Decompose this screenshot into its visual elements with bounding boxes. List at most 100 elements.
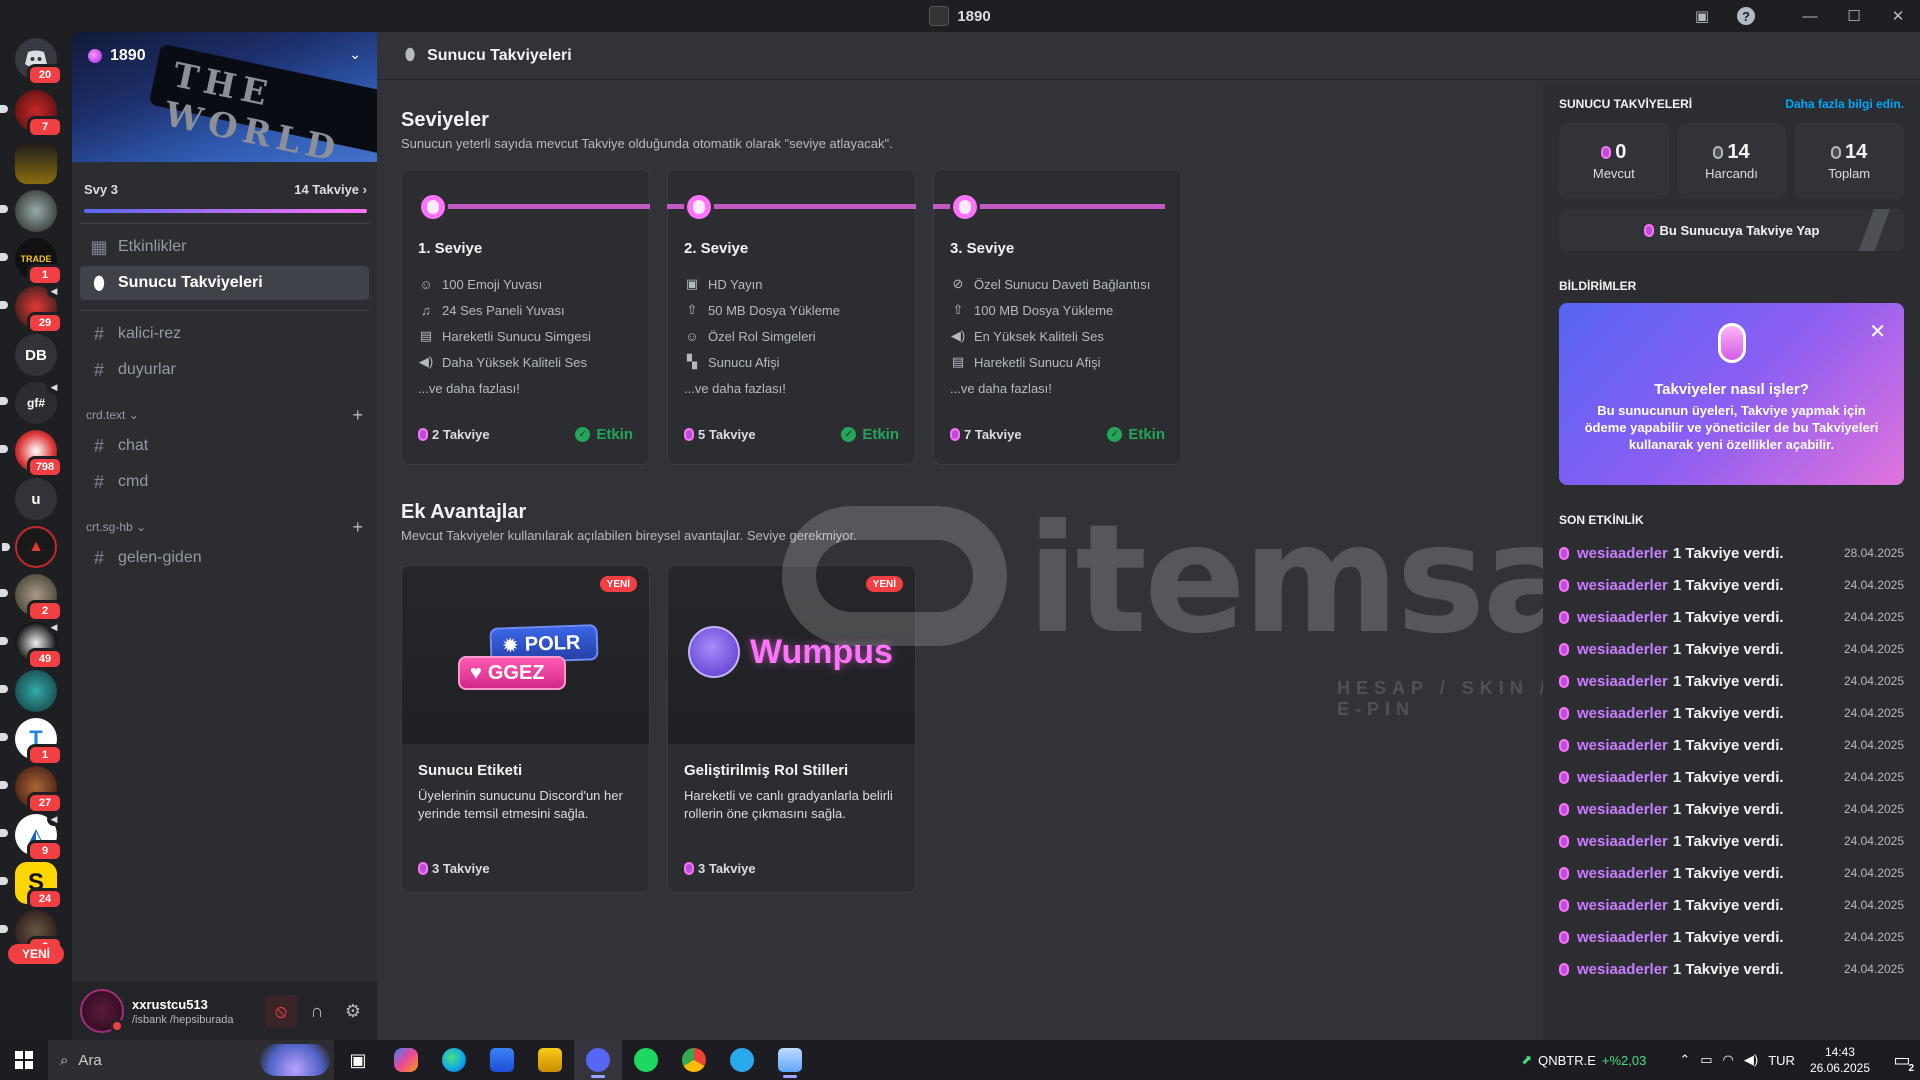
activity-user[interactable]: wesiaaderler (1577, 737, 1668, 754)
taskbar-search[interactable]: ⌕ Ara (48, 1040, 334, 1080)
window-controls: ▣ ? — ☐ ✕ (1680, 0, 1920, 32)
search-highlight-image (260, 1044, 330, 1076)
minimize-icon[interactable]: — (1788, 0, 1832, 32)
battery-icon[interactable]: ▭ (1700, 1052, 1712, 1068)
new-badge: YENİ (599, 576, 637, 592)
boost-server-button[interactable]: Bu Sunucuya Takviye Yap (1559, 209, 1904, 251)
server-header[interactable]: 1890 ⌄ (72, 32, 377, 80)
avatar[interactable] (80, 989, 124, 1033)
activity-user[interactable]: wesiaaderler (1577, 801, 1668, 818)
server-icon[interactable]: T 1 (0, 718, 63, 766)
activity-user[interactable]: wesiaaderler (1577, 641, 1668, 658)
activity-user[interactable]: wesiaaderler (1577, 897, 1668, 914)
server-icon-u[interactable]: u (15, 478, 57, 520)
plus-icon[interactable]: + (352, 405, 363, 426)
activity-user[interactable]: wesiaaderler (1577, 577, 1668, 594)
channel-gelen-giden[interactable]: # gelen-giden (80, 541, 369, 575)
search-icon: ⌕ (60, 1051, 69, 1069)
tier-title: 2. Seviye (684, 240, 749, 257)
perk-item: ♫ 24 Ses Paneli Yuvası (418, 297, 633, 323)
server-icon[interactable] (0, 190, 57, 232)
category-crd-text[interactable]: crd.text ⌄ + (80, 403, 369, 427)
copilot-icon[interactable] (382, 1040, 430, 1080)
windows-start-icon[interactable] (0, 1040, 48, 1080)
notepad-icon[interactable] (766, 1040, 814, 1080)
server-icon[interactable]: S 24 (0, 862, 63, 910)
chrome-icon[interactable] (670, 1040, 718, 1080)
activity-user[interactable]: wesiaaderler (1577, 929, 1668, 946)
stock-widget[interactable]: ⬈ QNBTR.E +%2,03 (1521, 1052, 1646, 1068)
perk-card-list: YENİ ✹ POLR ♥ GGEZ Sunucu Etiketi Üyelerin… (401, 565, 916, 893)
activity-user[interactable]: wesiaaderler (1577, 609, 1668, 626)
spotify-icon[interactable] (622, 1040, 670, 1080)
channel-cmd[interactable]: # cmd (80, 465, 369, 499)
activity-user[interactable]: wesiaaderler (1577, 833, 1668, 850)
notification-badge: 1 (27, 744, 63, 766)
server-icon-db[interactable]: DB (15, 334, 57, 376)
plus-icon[interactable]: + (352, 517, 363, 538)
perk-card-role-styles[interactable]: YENİ Wumpus Geliştirilmiş Rol Stilleri H… (667, 565, 916, 893)
check-icon: ✓ (1107, 426, 1123, 442)
task-view-icon[interactable]: ▣ (334, 1040, 382, 1080)
discord-taskbar-icon[interactable] (574, 1040, 622, 1080)
inbox-icon[interactable]: ▣ (1680, 0, 1724, 32)
boost-gem-icon (1831, 146, 1842, 159)
server-icon[interactable] (15, 142, 57, 184)
help-icon[interactable]: ? (1724, 0, 1768, 32)
app-root: 1890 ▣ ? — ☐ ✕ 20 7 TRADE 1 ◀ 29 DB gf# … (0, 0, 1920, 1080)
activity-user[interactable]: wesiaaderler (1577, 961, 1668, 978)
activity-user[interactable]: wesiaaderler (1577, 705, 1668, 722)
chevron-up-icon[interactable]: ⌃ (1679, 1052, 1690, 1068)
server-icon[interactable]: ◀ 29 (0, 284, 63, 334)
activity-user[interactable]: wesiaaderler (1577, 545, 1668, 562)
speaker-icon: ◀) (418, 354, 434, 369)
activity-user[interactable]: wesiaaderler (1577, 673, 1668, 690)
channel-events[interactable]: ▦ Etkinlikler (80, 230, 369, 264)
server-icon[interactable]: 27 (0, 766, 63, 814)
server-icon[interactable]: ◀ 49 (0, 620, 63, 670)
direct-messages-icon[interactable]: 20 (15, 38, 63, 86)
channel-label: Etkinlikler (118, 238, 187, 255)
time: 14:43 (1824, 1045, 1855, 1059)
volume-icon[interactable]: ◀) (1744, 1052, 1758, 1068)
user-info[interactable]: xxrustcu513 /isbank /hepsiburada (132, 997, 261, 1026)
close-icon[interactable]: ✕ (1876, 0, 1920, 32)
server-icon[interactable]: ◭ ◀ 9 (0, 812, 63, 862)
server-icon[interactable]: ▲ (2, 526, 57, 568)
more-perks: ...ve daha fazlası! (418, 380, 520, 396)
boost-gem-icon (684, 427, 694, 441)
channel-chat[interactable]: # chat (80, 429, 369, 463)
gear-icon: ✹ (501, 634, 520, 657)
perk-card-server-tag[interactable]: YENİ ✹ POLR ♥ GGEZ Sunucu Etiketi Üyelerin… (401, 565, 650, 893)
headphones-icon[interactable]: ∩ (301, 995, 333, 1027)
edge-icon[interactable] (430, 1040, 478, 1080)
wifi-icon[interactable]: ◠ (1723, 1052, 1734, 1068)
maximize-icon[interactable]: ☐ (1832, 0, 1876, 32)
activity-user[interactable]: wesiaaderler (1577, 769, 1668, 786)
category-crt-sg-hb[interactable]: crt.sg-hb ⌄ + (80, 515, 369, 539)
activity-user[interactable]: wesiaaderler (1577, 865, 1668, 882)
channel-kalici-rez[interactable]: # kalici-rez (80, 317, 369, 351)
mic-muted-icon[interactable]: ⦸ (265, 995, 297, 1027)
clock[interactable]: 14:43 26.06.2025 (1810, 1044, 1870, 1076)
server-icon[interactable]: gf# ◀ (0, 380, 61, 424)
server-icon[interactable]: 2 (0, 574, 63, 622)
channel-server-boosts[interactable]: ⬮ Sunucu Takviyeleri (80, 266, 369, 300)
server-icon[interactable]: 7 (0, 90, 63, 138)
learn-more-link[interactable]: Daha fazla bilgi edin. (1785, 97, 1904, 111)
gear-icon[interactable]: ⚙ (337, 995, 369, 1027)
language-indicator[interactable]: TUR (1768, 1053, 1795, 1068)
server-icon[interactable]: 798 (0, 430, 63, 478)
new-servers-pill[interactable]: YENİ (8, 944, 64, 964)
server-banner[interactable]: THE WORLD 1890 ⌄ (72, 32, 377, 162)
boost-progress[interactable]: Svy 3 14 Takviye › (72, 162, 377, 213)
close-icon[interactable]: ✕ (1869, 319, 1886, 344)
channel-duyurlar[interactable]: # duyurlar (80, 353, 369, 387)
file-explorer-icon[interactable] (526, 1040, 574, 1080)
store-icon[interactable] (478, 1040, 526, 1080)
notifications-icon[interactable]: ▭ 2 (1884, 1040, 1920, 1080)
chevron-down-icon[interactable]: ⌄ (349, 46, 361, 63)
server-icon[interactable] (0, 670, 57, 712)
server-icon[interactable]: TRADE 1 (0, 238, 63, 286)
telegram-icon[interactable] (718, 1040, 766, 1080)
